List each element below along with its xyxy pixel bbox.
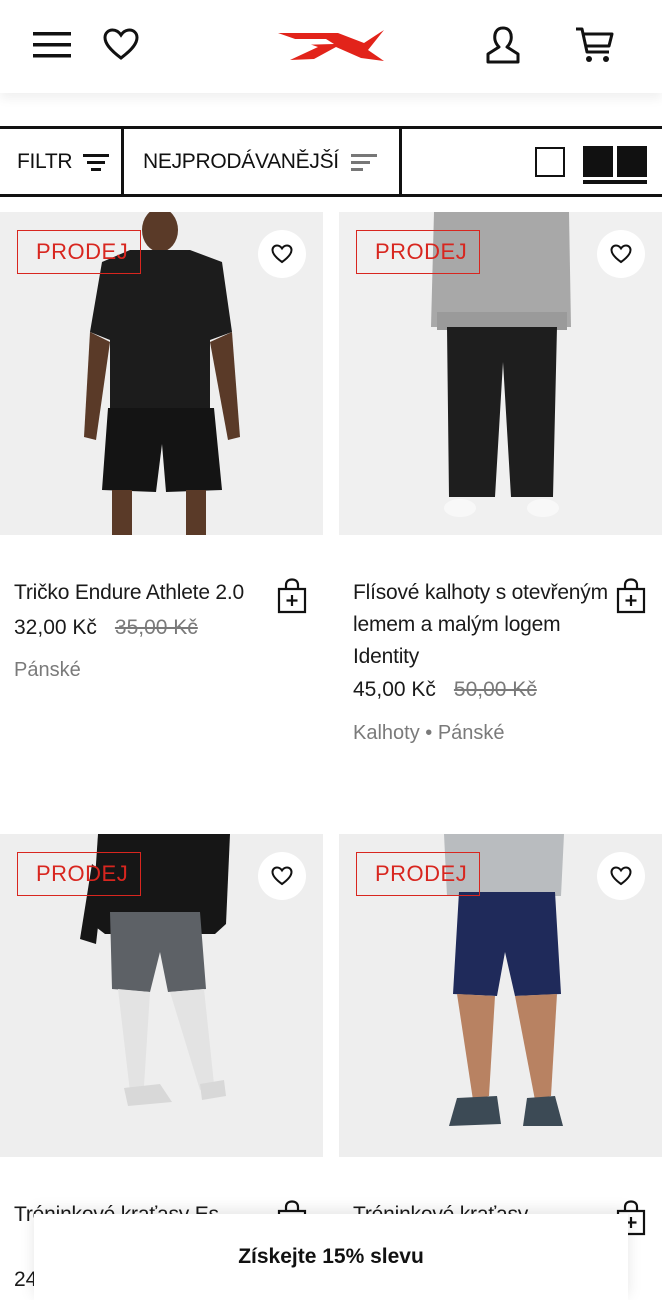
reebok-logo[interactable] (276, 27, 386, 65)
heart-icon (271, 244, 293, 264)
add-to-bag-icon[interactable] (615, 578, 647, 614)
add-to-wishlist-button[interactable] (597, 852, 645, 900)
add-to-wishlist-button[interactable] (597, 230, 645, 278)
add-to-wishlist-button[interactable] (258, 230, 306, 278)
sale-badge: PRODEJ (356, 230, 480, 274)
heart-icon (610, 866, 632, 886)
heart-icon (610, 244, 632, 264)
sale-badge: PRODEJ (17, 852, 141, 896)
product-category: Pánské (14, 659, 81, 681)
product-category: Kalhoty • Pánské (353, 722, 505, 744)
product-card[interactable]: PRODEJ Flísové kalhoty s otevřeným lemem… (339, 212, 662, 812)
sale-price: 45,00 Kč (353, 678, 436, 701)
product-title[interactable]: Tričko Endure Athlete 2.0 (14, 577, 276, 609)
original-price: 50,00 Kč (453, 678, 537, 701)
hamburger-menu-icon[interactable] (33, 29, 71, 61)
shopping-cart-icon[interactable] (574, 25, 616, 65)
single-column-view-icon[interactable] (535, 147, 565, 177)
product-title[interactable]: Flísové kalhoty s otevřeným lemem a malý… (353, 577, 615, 673)
add-to-wishlist-button[interactable] (258, 852, 306, 900)
heart-icon[interactable] (103, 27, 139, 63)
sort-button[interactable]: NEJPRODÁVANĚJŠÍ (124, 129, 402, 194)
user-icon[interactable] (484, 25, 522, 65)
filter-button[interactable]: FILTR (0, 129, 124, 194)
sale-badge: PRODEJ (356, 852, 480, 896)
sort-label: NEJPRODÁVANĚJŠÍ (143, 149, 339, 173)
price-row: 45,00 Kč 50,00 Kč (353, 674, 537, 706)
sale-price: 32,00 Kč (14, 616, 97, 639)
original-price: 35,00 Kč (114, 616, 198, 639)
filter-label: FILTR (17, 149, 73, 173)
price-row: 32,00 Kč 35,00 Kč (14, 612, 198, 644)
discount-promo-banner[interactable]: Získejte 15% slevu (34, 1214, 628, 1300)
product-card[interactable]: PRODEJ Tričko Endure Athlete 2.0 32,00 K… (0, 212, 323, 812)
filter-icon (83, 153, 110, 171)
sort-icon (350, 153, 377, 171)
sale-badge: PRODEJ (17, 230, 141, 274)
heart-icon (271, 866, 293, 886)
two-column-view-icon[interactable] (583, 146, 647, 184)
header (0, 0, 662, 93)
add-to-bag-icon[interactable] (276, 578, 308, 614)
promo-label: Získejte 15% slevu (238, 1245, 424, 1268)
